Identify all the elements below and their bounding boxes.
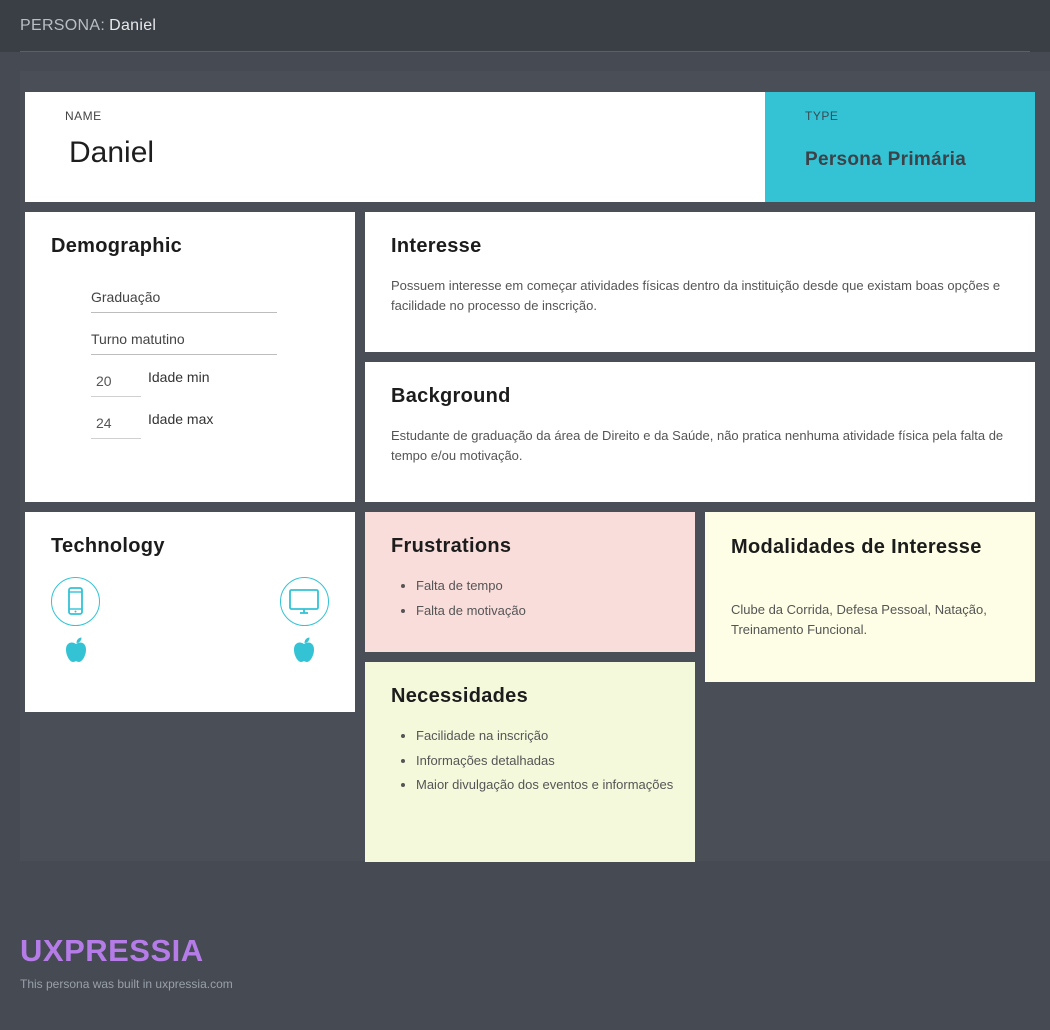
age-min-label: Idade min: [148, 369, 210, 385]
type-card[interactable]: TYPE Persona Primária: [765, 92, 1035, 202]
technology-title: Technology: [51, 535, 165, 557]
shift-field[interactable]: Turno matutino: [91, 325, 277, 355]
list-item: Falta de motivação: [416, 601, 676, 621]
necessidades-title: Necessidades: [391, 685, 529, 707]
frustrations-title: Frustrations: [391, 535, 512, 557]
apple-icon: [291, 635, 317, 665]
page-title-label: PERSONA:: [20, 17, 106, 34]
name-value[interactable]: Daniel: [69, 136, 154, 170]
top-bar: PERSONA: Daniel: [0, 0, 1050, 52]
background-title: Background: [391, 385, 511, 407]
list-item: Informações detalhadas: [416, 751, 676, 771]
interesse-card: Interesse Possuem interesse em começar a…: [365, 212, 1035, 352]
uxpressia-logo[interactable]: UXPRESSIA: [20, 933, 204, 969]
necessidades-card: Necessidades Facilidade na inscrição Inf…: [365, 662, 695, 862]
smartphone-icon[interactable]: [51, 577, 100, 626]
age-max-label: Idade max: [148, 411, 214, 427]
education-field[interactable]: Graduação: [91, 283, 277, 313]
page-title: PERSONA: Daniel: [20, 17, 156, 35]
modalidades-card: Modalidades de Interesse Clube da Corrid…: [705, 512, 1035, 682]
frustrations-card: Frustrations Falta de tempo Falta de mot…: [365, 512, 695, 652]
type-label: TYPE: [805, 109, 839, 123]
interesse-text[interactable]: Possuem interesse em começar atividades …: [391, 276, 1011, 316]
interesse-title: Interesse: [391, 235, 482, 257]
modalidades-title: Modalidades de Interesse: [731, 536, 982, 558]
list-item: Maior divulgação dos eventos e informaçõ…: [416, 775, 676, 795]
apple-icon: [63, 635, 89, 665]
background-card: Background Estudante de graduação da áre…: [365, 362, 1035, 502]
age-max-input[interactable]: 24: [91, 409, 141, 439]
modalidades-text[interactable]: Clube da Corrida, Defesa Pessoal, Nataçã…: [731, 600, 1001, 640]
demographic-title: Demographic: [51, 235, 183, 257]
background-text[interactable]: Estudante de graduação da área de Direit…: [391, 426, 1011, 466]
list-item: Facilidade na inscrição: [416, 726, 676, 746]
frustrations-list[interactable]: Falta de tempo Falta de motivação: [416, 576, 676, 625]
name-label: NAME: [65, 109, 102, 123]
necessidades-list[interactable]: Facilidade na inscrição Informações deta…: [416, 726, 676, 800]
age-min-input[interactable]: 20: [91, 367, 141, 397]
divider: [20, 51, 1030, 52]
desktop-icon[interactable]: [280, 577, 329, 626]
page-title-name: Daniel: [109, 17, 157, 34]
type-value[interactable]: Persona Primária: [805, 149, 966, 171]
technology-card: Technology: [25, 512, 355, 712]
name-card[interactable]: NAME Daniel: [25, 92, 765, 202]
footer-note: This persona was built in uxpressia.com: [20, 977, 233, 991]
list-item: Falta de tempo: [416, 576, 676, 596]
demographic-card: Demographic Graduação Turno matutino 20 …: [25, 212, 355, 502]
